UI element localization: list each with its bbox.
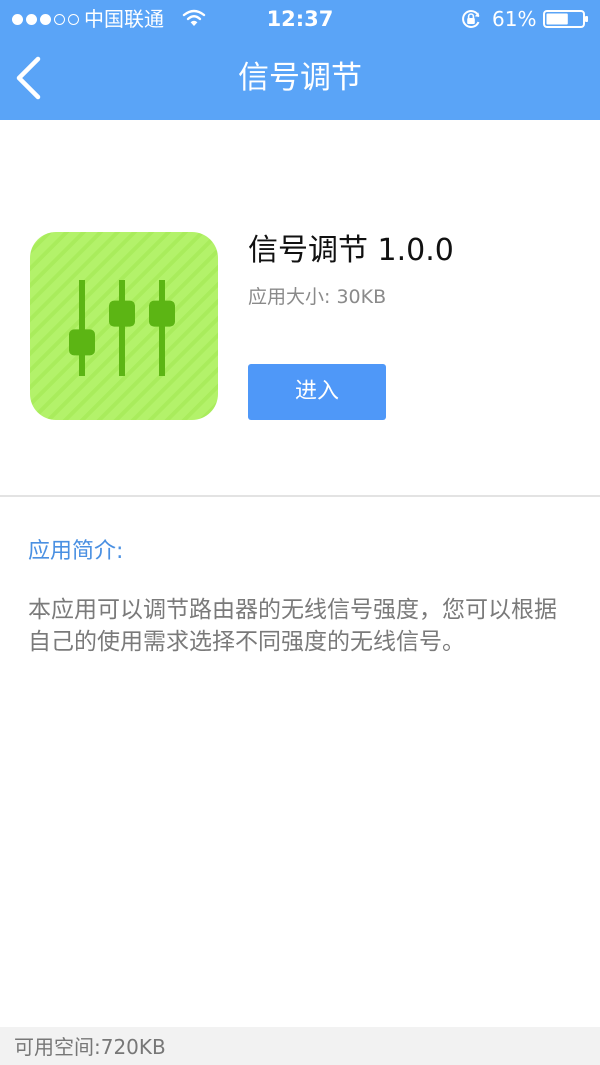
available-space: 可用空间:720KB: [14, 1035, 166, 1059]
battery-percentage: 61%: [492, 7, 537, 31]
equalizer-sliders-icon[interactable]: [30, 232, 218, 420]
slider-track: [159, 280, 165, 376]
top-bar: 中国联通 12:37 61% 信号调节: [0, 0, 600, 120]
slider-knob: [69, 329, 95, 356]
slider-knob: [109, 300, 135, 327]
rotation-lock-icon: [462, 10, 480, 28]
slider-knob: [149, 300, 175, 327]
intro-body: 本应用可以调节路由器的无线信号强度，您可以根据自己的使用需求选择不同强度的无线信…: [28, 597, 557, 655]
battery-icon: [543, 10, 588, 28]
divider: [0, 495, 600, 497]
status-bar: 中国联通 12:37 61%: [0, 0, 600, 40]
enter-button[interactable]: 进入: [248, 364, 386, 420]
slider-track: [79, 280, 85, 376]
page-title: 信号调节: [238, 60, 362, 96]
app-size: 应用大小: 30KB: [248, 286, 387, 308]
slider-track: [119, 280, 125, 376]
app-name: 信号调节 1.0.0: [248, 233, 454, 268]
intro-heading: 应用简介:: [28, 539, 124, 564]
footer-bar: 可用空间:720KB: [0, 1027, 600, 1065]
